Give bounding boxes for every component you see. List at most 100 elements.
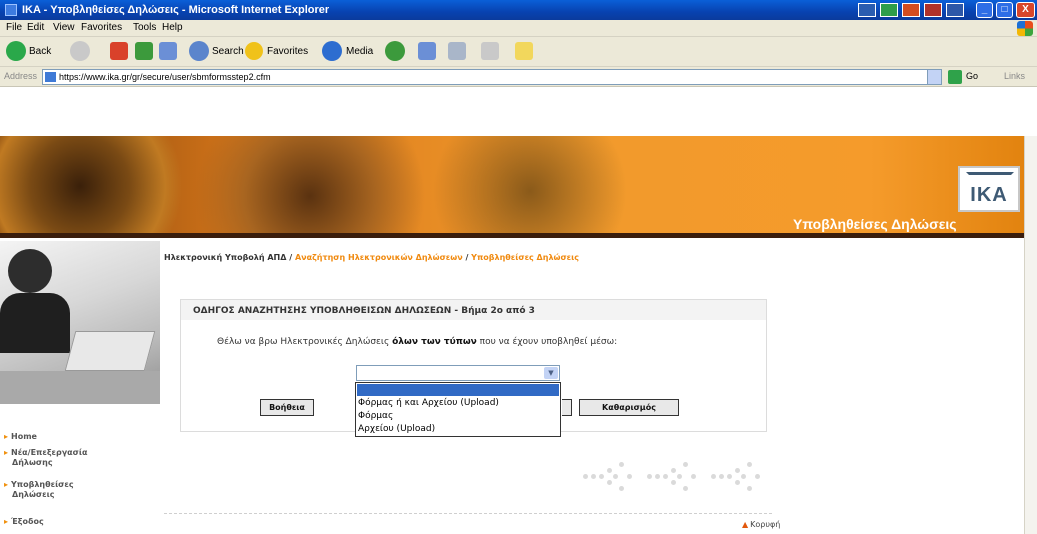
breadcrumb-search[interactable]: Αναζήτηση Ηλεκτρονικών Δηλώσεων: [295, 253, 463, 262]
go-arrow-icon[interactable]: [948, 70, 962, 84]
back-arrow-icon[interactable]: [6, 41, 26, 61]
window-title: IKA - Υποβληθείσες Δηλώσεις - Microsoft …: [22, 4, 330, 16]
links-button[interactable]: Links: [1004, 71, 1025, 81]
sidebar-item-label[interactable]: Home: [11, 432, 37, 441]
menu-file[interactable]: File: [6, 22, 22, 33]
footer-divider: [164, 513, 772, 514]
sidebar-item-label[interactable]: Έξοδος: [11, 517, 44, 526]
decorative-dot: [655, 474, 660, 479]
address-input[interactable]: https://www.ika.gr/gr/secure/user/sbmfor…: [42, 69, 942, 85]
menu-view[interactable]: View: [53, 22, 75, 33]
back-button-label[interactable]: Back: [29, 46, 51, 57]
close-button[interactable]: X: [1016, 2, 1035, 18]
forward-arrow-icon[interactable]: [70, 41, 90, 61]
tray-icon-3[interactable]: [902, 3, 920, 17]
dropdown-option-form[interactable]: Φόρμας: [357, 410, 559, 422]
ie-app-icon: [5, 4, 17, 16]
hidden-button-edge[interactable]: [562, 399, 572, 416]
breadcrumb-root[interactable]: Ηλεκτρονική Υποβολή ΑΠΔ: [164, 253, 286, 262]
decorative-dot: [735, 480, 740, 485]
toolbar: Back Search Favorites Media: [0, 37, 1037, 67]
dropdown-option-form-or-file[interactable]: Φόρμας ή και Αρχείου (Upload): [357, 397, 559, 409]
media-icon[interactable]: [322, 41, 342, 61]
top-link-label[interactable]: Κορυφή: [750, 520, 780, 529]
ika-logo[interactable]: IKA: [958, 166, 1020, 212]
decorative-dot: [671, 468, 676, 473]
media-button-label[interactable]: Media: [346, 46, 373, 57]
vertical-scrollbar[interactable]: [1024, 136, 1037, 534]
address-url[interactable]: https://www.ika.gr/gr/secure/user/sbmfor…: [59, 72, 271, 82]
submission-method-select[interactable]: ▼: [356, 365, 560, 381]
submission-method-dropdown-list[interactable]: Φόρμας ή και Αρχείου (Upload) Φόρμας Αρχ…: [355, 382, 561, 437]
banner-stripe: [0, 233, 1024, 238]
chevron-down-icon[interactable]: ▼: [544, 367, 558, 379]
decorative-dot: [627, 474, 632, 479]
breadcrumb-current[interactable]: Υποβληθείσες Δηλώσεις: [471, 253, 579, 262]
sidebar-item-new-edit[interactable]: ▸ Νέα/Επεξεργασία Δήλωσης: [4, 448, 104, 468]
decorative-dot: [591, 474, 596, 479]
home-icon[interactable]: [159, 42, 177, 60]
wizard-text-bold: όλων των τύπων: [392, 337, 477, 347]
clear-button[interactable]: Καθαρισμός: [579, 399, 679, 416]
sidebar-item-label[interactable]: Νέα/Επεξεργασία Δήλωσης: [11, 448, 88, 467]
tray-icon-4[interactable]: [924, 3, 942, 17]
decorative-dot: [747, 462, 752, 467]
ika-logo-roof-icon: [966, 172, 1014, 184]
header-banner: IKA Υποβληθείσες Δηλώσεις: [0, 136, 1024, 238]
wizard-step-dots-decoration: [583, 460, 773, 500]
decorative-dot: [683, 486, 688, 491]
photo-desk: [0, 371, 160, 404]
help-button[interactable]: Βοήθεια: [260, 399, 314, 416]
favorites-button-label[interactable]: Favorites: [267, 46, 308, 57]
decorative-dot: [583, 474, 588, 479]
breadcrumb-separator: /: [289, 253, 293, 262]
dropdown-option-file[interactable]: Αρχείου (Upload): [357, 423, 559, 435]
tray-icon-1[interactable]: [858, 3, 876, 17]
history-icon[interactable]: [385, 41, 405, 61]
decorative-dot: [747, 486, 752, 491]
menu-tools[interactable]: Tools: [133, 22, 156, 33]
dropdown-option-empty[interactable]: [357, 384, 559, 396]
search-button-label[interactable]: Search: [212, 46, 244, 57]
sunflower-image: [0, 136, 190, 238]
folder-icon[interactable]: [515, 42, 533, 60]
edit-icon[interactable]: [481, 42, 499, 60]
decorative-dot: [613, 474, 618, 479]
decorative-dot: [607, 480, 612, 485]
sidebar-item-submitted[interactable]: ▸ Υποβληθείσες Δηλώσεις: [4, 480, 104, 500]
menu-edit[interactable]: Edit: [27, 22, 44, 33]
sidebar-photo: [0, 241, 160, 404]
minimize-button[interactable]: _: [976, 2, 993, 18]
sidebar-item-label[interactable]: Υποβληθείσες Δηλώσεις: [11, 480, 74, 499]
photo-person-body: [0, 293, 70, 353]
triangle-up-icon: ▲: [742, 520, 749, 529]
banner-title: Υποβληθείσες Δηλώσεις: [793, 216, 957, 232]
ika-logo-text: IKA: [970, 184, 1008, 206]
bullet-icon: ▸: [4, 480, 9, 489]
address-label: Address: [4, 71, 38, 81]
mail-icon[interactable]: [418, 42, 436, 60]
photo-person-head: [8, 249, 52, 293]
search-icon[interactable]: [189, 41, 209, 61]
menu-help[interactable]: Help: [162, 22, 183, 33]
favorites-star-icon[interactable]: [245, 42, 263, 60]
stop-icon[interactable]: [110, 42, 128, 60]
tray-icon-2[interactable]: [880, 3, 898, 17]
decorative-dot: [719, 474, 724, 479]
maximize-button[interactable]: □: [996, 2, 1013, 18]
decorative-dot: [671, 480, 676, 485]
sidebar-item-home[interactable]: ▸ Home: [4, 432, 154, 442]
go-button[interactable]: Go: [966, 71, 978, 81]
bullet-icon: ▸: [4, 448, 9, 457]
decorative-dot: [711, 474, 716, 479]
tray-icon-5[interactable]: [946, 3, 964, 17]
sidebar-item-exit[interactable]: ▸ Έξοδος: [4, 517, 154, 527]
menu-favorites[interactable]: Favorites: [81, 22, 122, 33]
wizard-text-part: που να έχουν υποβληθεί μέσω:: [476, 337, 618, 347]
print-icon[interactable]: [448, 42, 466, 60]
address-dropdown-icon[interactable]: [927, 70, 941, 84]
decorative-dot: [663, 474, 668, 479]
decorative-dot: [647, 474, 652, 479]
back-to-top-link[interactable]: ▲ Κορυφή: [742, 520, 780, 529]
refresh-icon[interactable]: [135, 42, 153, 60]
